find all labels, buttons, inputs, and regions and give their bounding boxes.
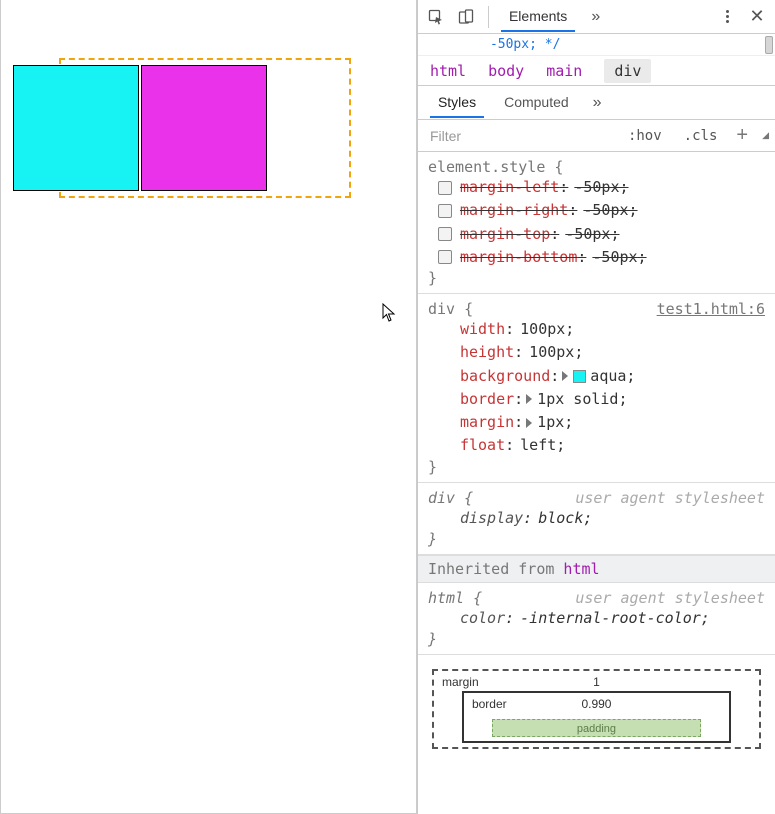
close-devtools-icon[interactable]: ✕ [743, 4, 771, 30]
inherited-from-tag[interactable]: html [563, 560, 599, 578]
subtab-computed[interactable]: Computed [490, 88, 583, 117]
expand-shorthand-icon[interactable] [562, 371, 568, 381]
crumb-body[interactable]: body [488, 62, 524, 80]
prop-margin-right[interactable]: margin-right: -50px; [428, 199, 765, 222]
prop-margin-top[interactable]: margin-top: -50px; [428, 223, 765, 246]
color-swatch[interactable] [573, 370, 586, 383]
page-viewport [0, 0, 417, 814]
prop-checkbox[interactable] [438, 250, 452, 264]
crumb-main[interactable]: main [546, 62, 582, 80]
expand-shorthand-icon[interactable] [526, 418, 532, 428]
new-rule-dropdown-icon[interactable]: ◢ [760, 130, 769, 141]
bm-border-top-value[interactable]: 0.990 [581, 697, 611, 711]
rule-div-test1: test1.html:6 div { width:100px; height:1… [418, 294, 775, 483]
demo-box-aqua[interactable] [13, 65, 139, 191]
prop-margin-bottom[interactable]: margin-bottom: -50px; [428, 246, 765, 269]
source-link[interactable]: test1.html:6 [657, 300, 765, 318]
styles-filter-row: :hov .cls + ◢ [418, 120, 775, 152]
subtab-styles[interactable]: Styles [424, 88, 490, 117]
bm-border-label: border [472, 697, 507, 711]
toggle-hov[interactable]: :hov [621, 125, 669, 147]
selector-text: div [428, 300, 455, 318]
demo-box-magenta[interactable] [141, 65, 267, 191]
prop-margin-left[interactable]: margin-left: -50px; [428, 176, 765, 199]
rule-element-style: element.style { margin-left: -50px; marg… [418, 152, 775, 294]
inherited-from-header: Inherited from html [418, 555, 775, 583]
prop-margin[interactable]: margin:1px; [428, 411, 765, 434]
box-model-diagram[interactable]: margin 1 border 0.990 padding [418, 655, 775, 749]
source-peek: -50px; */ [418, 34, 775, 56]
mouse-cursor-icon [382, 303, 396, 329]
devtools-panel: Elements » ✕ -50px; */ html body main di… [417, 0, 775, 814]
bm-margin-top-value[interactable]: 1 [593, 675, 600, 689]
style-rules-panel[interactable]: element.style { margin-left: -50px; marg… [418, 152, 775, 814]
selector-text: element.style [428, 158, 545, 176]
prop-display[interactable]: display:block; [428, 507, 765, 530]
expand-shorthand-icon[interactable] [526, 394, 532, 404]
prop-checkbox[interactable] [438, 204, 452, 218]
prop-float[interactable]: float:left; [428, 434, 765, 457]
crumb-div[interactable]: div [604, 59, 651, 83]
styles-subpanel-tabs: Styles Computed » [418, 86, 775, 120]
prop-height[interactable]: height:100px; [428, 341, 765, 364]
prop-checkbox[interactable] [438, 181, 452, 195]
crumb-html[interactable]: html [430, 62, 466, 80]
styles-filter-input[interactable] [428, 127, 613, 145]
prop-checkbox[interactable] [438, 227, 452, 241]
rule-div-ua: user agent stylesheet div { display:bloc… [418, 483, 775, 555]
ua-sheet-label: user agent stylesheet [575, 489, 765, 507]
prop-border[interactable]: border:1px solid; [428, 388, 765, 411]
inspect-element-icon[interactable] [422, 4, 450, 30]
prop-color[interactable]: color:-internal-root-color; [428, 607, 765, 630]
peek-text: -50px; */ [490, 37, 560, 52]
bm-margin-label: margin [442, 675, 479, 689]
prop-background[interactable]: background:aqua; [428, 365, 765, 388]
minimap-scrollbar[interactable] [765, 36, 773, 54]
devtools-toolbar: Elements » ✕ [418, 0, 775, 34]
tab-elements[interactable]: Elements [497, 2, 579, 31]
new-style-rule-icon[interactable]: + [732, 124, 752, 147]
ua-sheet-label: user agent stylesheet [575, 589, 765, 607]
kebab-menu-icon[interactable] [713, 4, 741, 30]
tabs-overflow-icon[interactable]: » [581, 8, 610, 26]
device-toolbar-icon[interactable] [452, 4, 480, 30]
prop-width[interactable]: width:100px; [428, 318, 765, 341]
rule-html-ua: user agent stylesheet html { color:-inte… [418, 583, 775, 655]
bm-padding-label: padding [492, 719, 701, 737]
toggle-cls[interactable]: .cls [677, 125, 725, 147]
dom-breadcrumbs: html body main div [418, 56, 775, 86]
subtabs-overflow-icon[interactable]: » [583, 94, 612, 112]
